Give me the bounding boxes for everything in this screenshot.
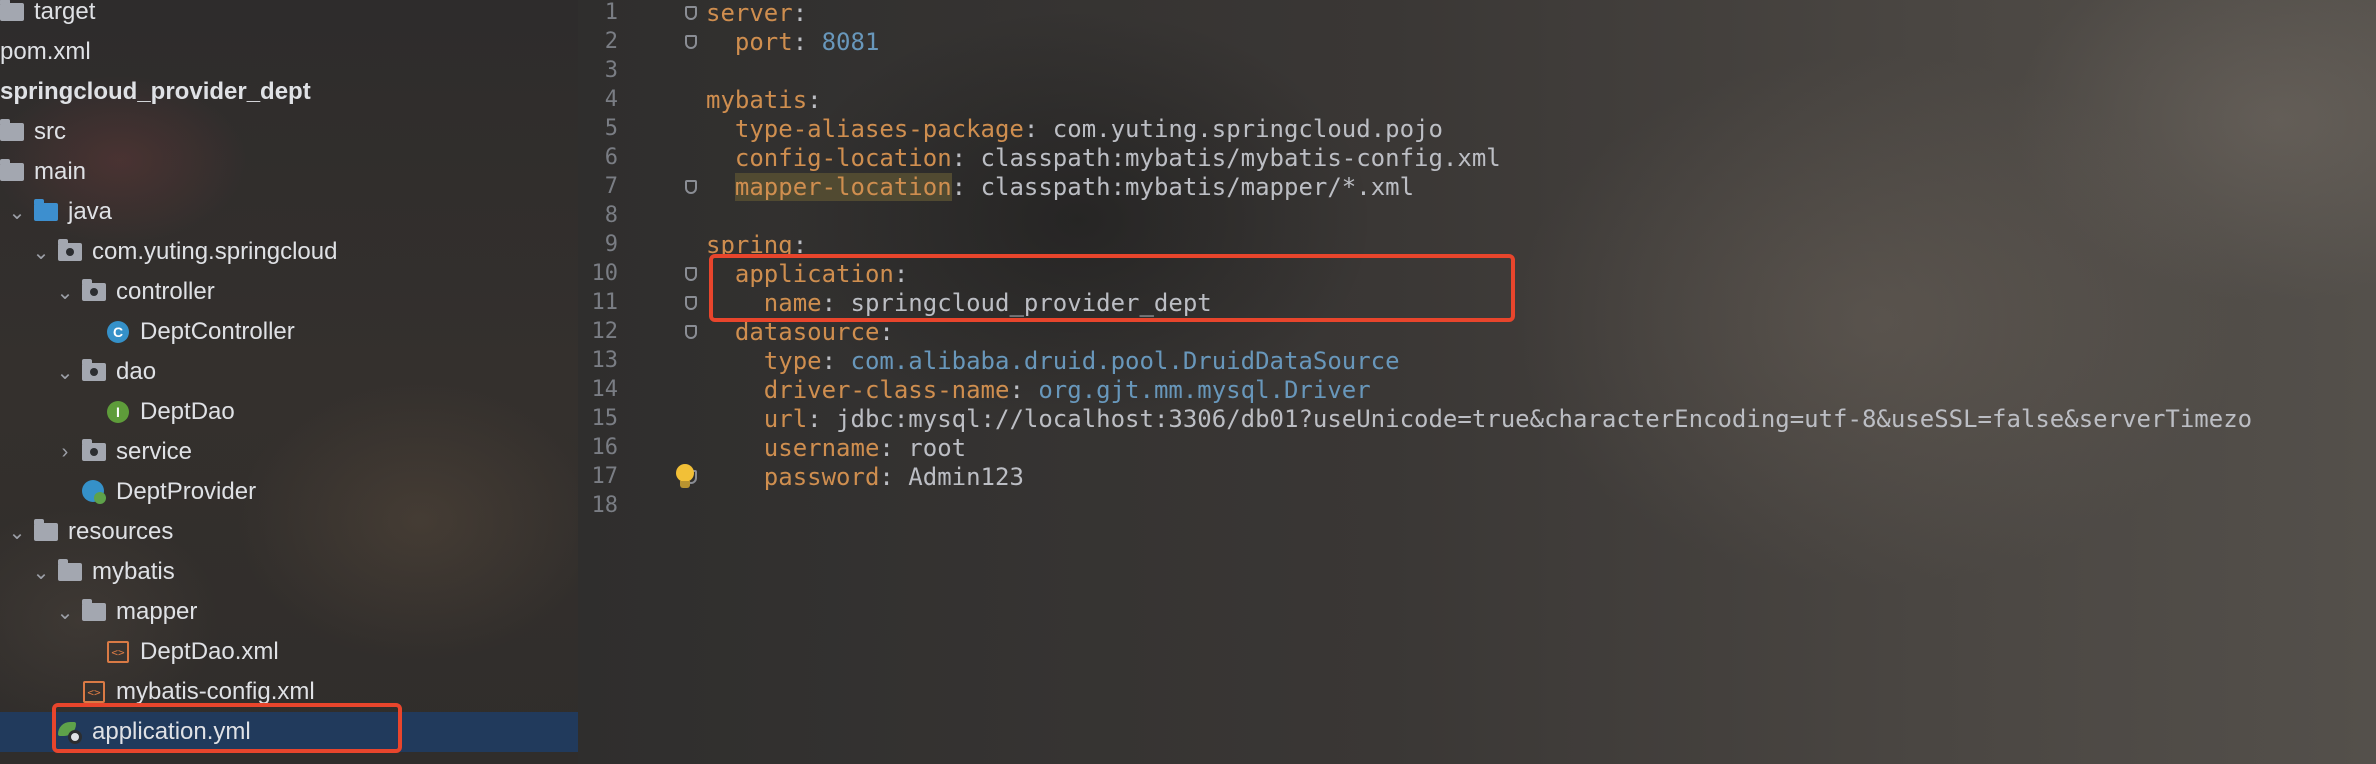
tree-item-label: mybatis [92,558,175,585]
tree-item[interactable]: <> DeptDao.xml [0,632,578,672]
tree-item[interactable]: ⌄ com.yuting.springcloud [0,232,578,272]
fold-marker-icon[interactable] [685,35,697,49]
tree-item-label: DeptProvider [116,478,257,505]
fold-marker-icon[interactable] [685,6,697,20]
tree-item-label: main [34,158,87,185]
tree-item[interactable]: ⌄ mapper [0,592,578,632]
line-number: 18 [591,493,619,518]
tree-item[interactable]: ⌄ controller [0,272,578,312]
code-line[interactable]: port: 8081 [706,20,880,64]
chevron-down-icon[interactable]: ⌄ [54,601,76,624]
code-editor[interactable]: 1 2 3 4 5 6 7 8 9 10 11 12 13 14 15 16 17 18 server: port… [578,0,2376,764]
chevron-down-icon[interactable]: ⌄ [6,521,28,544]
tree-item-label: DeptDao.xml [140,638,279,665]
code-token: mapper-location [734,173,952,201]
code-line[interactable]: password: Admin123 [706,455,1024,499]
tree-item-label: service [116,438,193,465]
folder-icon [0,119,24,143]
fold-marker-icon[interactable] [685,325,697,339]
tree-item-label: src [34,118,66,145]
fold-marker-icon[interactable] [685,296,697,310]
package-icon [82,359,106,383]
tree-item[interactable]: ⌄ mybatis [0,552,578,592]
code-token: classpath:mybatis/mapper/*.xml [980,173,1415,201]
tree-item[interactable]: main [0,152,578,192]
tree-item[interactable]: src [0,112,578,152]
tree-item[interactable]: pom.xml [0,32,578,72]
code-token: : [951,173,981,201]
tree-item[interactable]: DeptProvider [0,472,578,512]
xml-file-icon: <> [106,641,130,663]
package-icon [58,239,82,263]
chevron-down-icon[interactable]: ⌄ [30,561,52,584]
highlight-box-mapper-location [709,254,1515,322]
tree-item-label: springcloud_provider_dept [0,78,311,105]
tree-item[interactable]: target [0,0,578,32]
code-token: jdbc:mysql://localhost:3306/db01?useUnic… [836,405,2253,433]
resources-folder-icon [34,519,58,543]
tree-item[interactable]: I DeptDao [0,392,578,432]
highlight-box-application-yml [52,703,402,753]
code-token: password [706,463,880,491]
tree-item-label: controller [116,278,215,305]
chevron-down-icon[interactable]: ⌄ [54,361,76,384]
folder-icon [82,599,106,623]
code-token: port [706,28,793,56]
code-token: : [792,28,822,56]
tree-item-label: DeptDao [140,398,235,425]
chevron-down-icon[interactable]: ⌄ [54,281,76,304]
tree-item-label: dao [116,358,157,385]
code-token: : [879,463,909,491]
tree-item-label: DeptController [140,318,295,345]
package-icon [82,279,106,303]
tree-item[interactable]: ⌄ java [0,192,578,232]
tree-item[interactable]: springcloud_provider_dept [0,72,578,112]
tree-item-label: mapper [116,598,198,625]
fold-marker-icon[interactable] [685,267,697,281]
tree-item-label: java [68,198,113,225]
tree-item-label: com.yuting.springcloud [92,238,338,265]
editor-gutter: 1 2 3 4 5 6 7 8 9 10 11 12 13 14 15 16 17 18 [578,0,697,764]
fold-marker-icon[interactable] [685,180,697,194]
tree-item[interactable]: ⌄ dao [0,352,578,392]
tree-item[interactable]: ⌄ resources [0,512,578,552]
xml-file-icon: <> [82,681,106,703]
tree-item-label: resources [68,518,174,545]
tree-item[interactable]: › service [0,432,578,472]
tree-item-label: mybatis-config.xml [116,678,315,705]
chevron-right-icon[interactable]: › [54,441,76,463]
code-token: Admin123 [908,463,1024,491]
lightbulb-icon[interactable] [674,464,696,490]
source-folder-icon [34,199,58,223]
interface-icon: I [106,401,130,423]
package-icon [82,439,106,463]
chevron-down-icon[interactable]: ⌄ [6,201,28,224]
code-token: 8081 [821,28,880,56]
folder-icon [58,559,82,583]
tree-item[interactable]: C DeptController [0,312,578,352]
project-tree-panel[interactable]: target pom.xml springcloud_provider_deptsr… [0,0,578,764]
spring-boot-class-icon [82,480,106,504]
tree-item-label: target [34,0,96,25]
class-icon: C [106,321,130,343]
chevron-down-icon[interactable]: ⌄ [30,241,52,264]
folder-icon [0,159,24,183]
tree-item-label: pom.xml [0,38,91,65]
folder-icon [0,0,24,23]
code-line[interactable]: mapper-location: classpath:mybatis/mappe… [706,165,1414,209]
